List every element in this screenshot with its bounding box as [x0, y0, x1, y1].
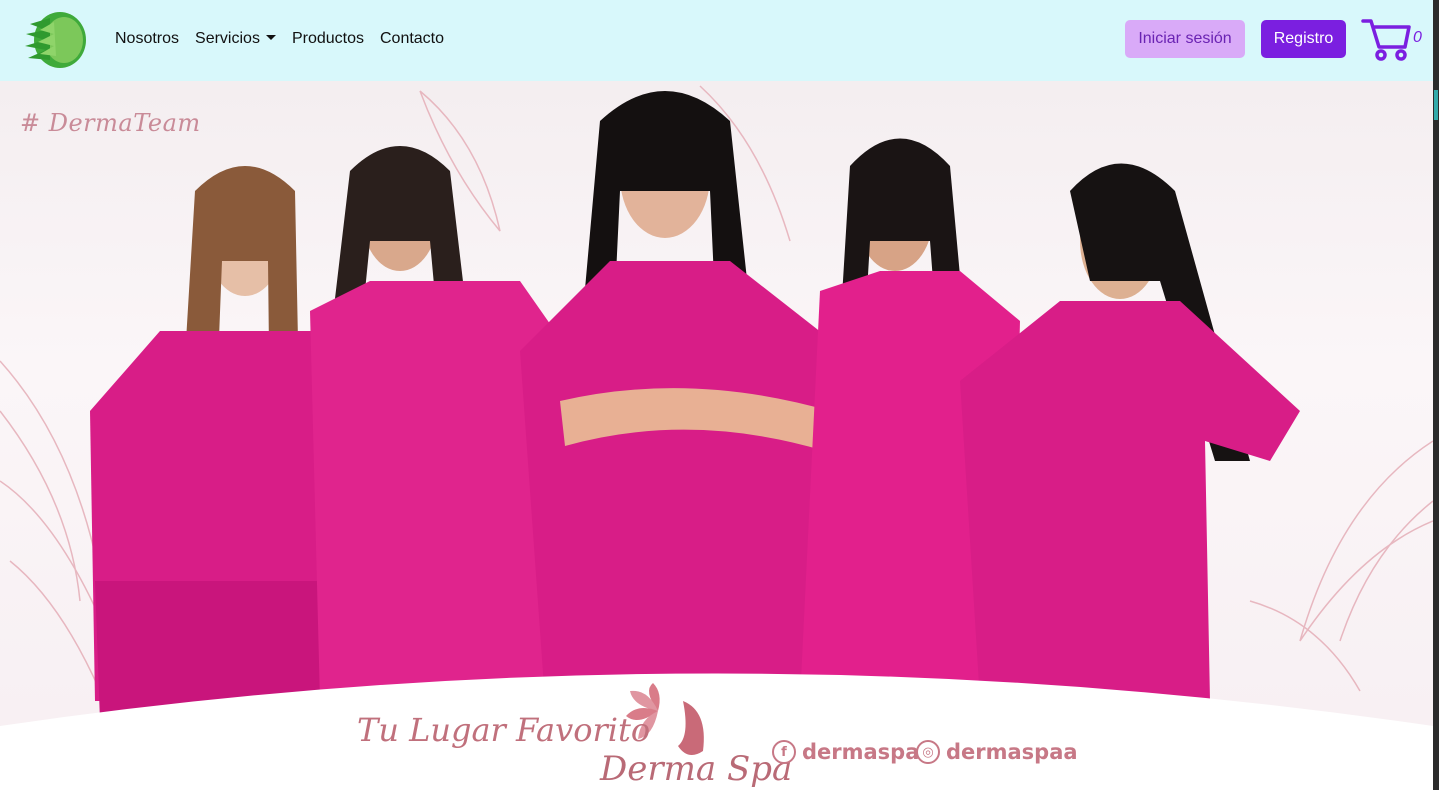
facebook-icon: f [772, 740, 796, 764]
chevron-down-icon [265, 35, 276, 40]
tagline-text: Tu Lugar Favorito [357, 711, 651, 749]
cart-count: 0 [1413, 29, 1422, 46]
nav-links: Nosotros Servicios Productos Contacto [115, 0, 444, 78]
login-button[interactable]: Iniciar sesión [1125, 20, 1245, 58]
leaf-logo-icon[interactable] [20, 10, 88, 70]
hero-image [0, 85, 1433, 790]
register-button[interactable]: Registro [1261, 20, 1346, 58]
facebook-handle: f dermaspa [772, 740, 919, 764]
brand-text: Derma Spa [600, 749, 793, 789]
facebook-label: dermaspa [802, 740, 920, 764]
nav-servicios[interactable]: Servicios [195, 30, 276, 48]
nav-servicios-label: Servicios [195, 30, 260, 47]
team-figures [90, 91, 1300, 721]
cart-icon[interactable] [1361, 17, 1411, 63]
nav-contacto[interactable]: Contacto [380, 30, 444, 48]
instagram-icon: ◎ [916, 740, 940, 764]
navbar: Nosotros Servicios Productos Contacto In… [0, 0, 1433, 81]
nav-nosotros[interactable]: Nosotros [115, 30, 179, 48]
scrollbar[interactable] [1433, 0, 1439, 790]
instagram-handle: ◎ dermaspaa [916, 740, 1078, 764]
hero-banner: # DermaTeam Tu Lugar Favorito Derma Spa … [0, 81, 1433, 790]
instagram-label: dermaspaa [946, 740, 1078, 764]
nav-productos[interactable]: Productos [292, 30, 364, 48]
scrollbar-thumb[interactable] [1434, 90, 1438, 120]
hashtag-text: # DermaTeam [20, 109, 201, 137]
